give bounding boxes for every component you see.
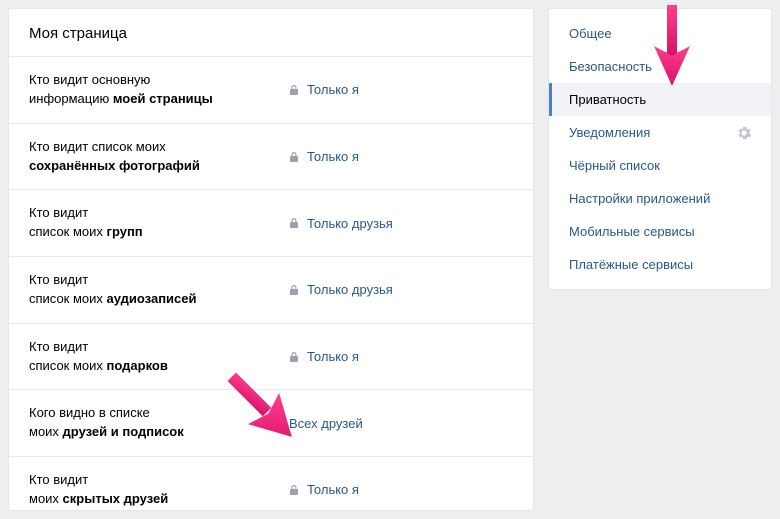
privacy-row-label-text: Кто видит список моих <box>29 139 166 154</box>
privacy-row-value-text: Только я <box>307 482 359 497</box>
lock-icon <box>289 351 299 363</box>
privacy-settings-list: Кто видит основную информацию моей стран… <box>9 56 533 519</box>
privacy-row-label: Кто видит список моих аудиозаписей <box>29 271 289 309</box>
privacy-row-label-text: Кто видит список моих <box>29 339 107 373</box>
privacy-row-value[interactable]: Только друзья <box>289 282 393 297</box>
nav-item[interactable]: Приватность <box>549 83 771 116</box>
privacy-row-label-text: Кто видит список моих <box>29 272 107 306</box>
nav-item[interactable]: Чёрный список <box>549 149 771 182</box>
lock-icon <box>289 217 299 229</box>
privacy-row: Кто видит список моих аудиозаписей Только… <box>9 256 533 323</box>
privacy-row-value[interactable]: Только я <box>289 82 359 97</box>
privacy-row-label: Кто видит моих скрытых друзей <box>29 471 289 509</box>
privacy-row-value-text: Только я <box>307 349 359 364</box>
lock-icon <box>289 484 299 496</box>
nav-item-label: Платёжные сервисы <box>569 257 693 272</box>
privacy-row-label-bold: подарков <box>107 358 168 373</box>
privacy-row-value-text: Всех друзей <box>289 416 363 431</box>
privacy-row-label: Кто видит список моих сохранённых фотогр… <box>29 138 289 176</box>
nav-item[interactable]: Безопасность <box>549 50 771 83</box>
privacy-row-value-text: Только друзья <box>307 282 393 297</box>
privacy-row-value-text: Только я <box>307 149 359 164</box>
privacy-row-label-text: Кто видит список моих <box>29 205 107 239</box>
privacy-row-value[interactable]: Только друзья <box>289 216 393 231</box>
nav-item[interactable]: Уведомления <box>549 116 771 149</box>
nav-item-label: Уведомления <box>569 125 650 140</box>
privacy-row-value-text: Только друзья <box>307 216 393 231</box>
privacy-row: Кто видит моих скрытых друзей Только я <box>9 456 533 519</box>
privacy-row: Кто видит основную информацию моей стран… <box>9 56 533 123</box>
nav-item-label: Мобильные сервисы <box>569 224 695 239</box>
main-panel: Моя страница Кто видит основную информац… <box>8 8 534 511</box>
nav-item-label: Настройки приложений <box>569 191 710 206</box>
nav-item[interactable]: Мобильные сервисы <box>549 215 771 248</box>
app-root: Моя страница Кто видит основную информац… <box>0 0 780 519</box>
nav-item[interactable]: Общее <box>549 17 771 50</box>
privacy-row-value[interactable]: Только я <box>289 349 359 364</box>
privacy-row-label-bold: скрытых друзей <box>63 491 169 506</box>
privacy-row-label-bold: групп <box>107 224 143 239</box>
privacy-row-value[interactable]: Только я <box>289 149 359 164</box>
privacy-row-value-text: Только я <box>307 82 359 97</box>
privacy-row-label: Кто видит список моих групп <box>29 204 289 242</box>
privacy-row-label-bold: друзей и подписок <box>63 424 184 439</box>
lock-icon <box>289 151 299 163</box>
privacy-row-label: Кто видит основную информацию моей стран… <box>29 71 289 109</box>
lock-icon <box>289 284 299 296</box>
page-title: Моя страница <box>9 9 533 56</box>
privacy-row: Кого видно в списке моих друзей и подпис… <box>9 389 533 456</box>
nav-item[interactable]: Платёжные сервисы <box>549 248 771 281</box>
privacy-row-label-bold: сохранённых фотографий <box>29 158 200 173</box>
nav-item-label: Общее <box>569 26 612 41</box>
privacy-row: Кто видит список моих сохранённых фотогр… <box>9 123 533 190</box>
privacy-row-label: Кого видно в списке моих друзей и подпис… <box>29 404 289 442</box>
gear-icon <box>737 126 751 140</box>
lock-icon <box>289 84 299 96</box>
privacy-row-label-bold: моей страницы <box>113 91 213 106</box>
privacy-row: Кто видит список моих подарков Только я <box>9 323 533 390</box>
nav-item-label: Безопасность <box>569 59 652 74</box>
privacy-row: Кто видит список моих групп Только друзья <box>9 189 533 256</box>
nav-item[interactable]: Настройки приложений <box>549 182 771 215</box>
privacy-row-value[interactable]: Всех друзей <box>289 416 363 431</box>
sidebar-nav: Общее Безопасность Приватность Уведомления Ч… <box>548 8 772 290</box>
privacy-row-value[interactable]: Только я <box>289 482 359 497</box>
privacy-row-label-bold: аудиозаписей <box>107 291 197 306</box>
privacy-row-label: Кто видит список моих подарков <box>29 338 289 376</box>
nav-item-label: Чёрный список <box>569 158 660 173</box>
nav-item-label: Приватность <box>569 92 646 107</box>
